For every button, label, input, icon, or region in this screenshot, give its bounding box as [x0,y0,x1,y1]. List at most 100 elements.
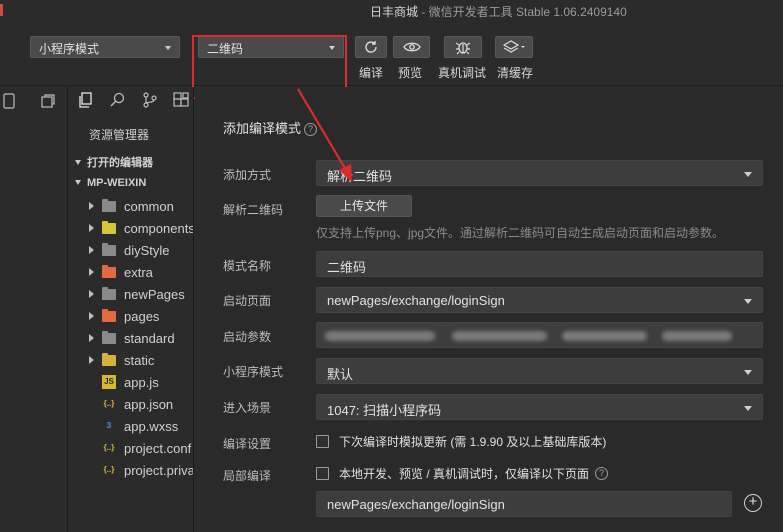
open-editors-section[interactable]: 打开的编辑器 [75,154,153,170]
partial-compile-label: 局部编译 [223,469,272,483]
project-section[interactable]: MP-WEIXIN [75,177,146,189]
mode-name-label: 模式名称 [223,259,272,273]
toolbar: 小程序模式 二维码 编译 预览 真机调试 清缓存 [0,22,783,99]
remote-debug-button[interactable] [444,36,482,58]
tree-item-label: diyStyle [124,242,170,258]
file-item[interactable]: JS app.js [89,372,159,392]
start-params-label: 启动参数 [223,330,272,344]
tree-item-label: standard [124,330,175,346]
chevron-right-icon [89,246,94,254]
folder-item[interactable]: newPages [89,284,185,304]
tree-item-label: newPages [124,286,185,302]
chevron-right-icon [89,290,94,298]
tree-item-label: app.wxss [124,418,179,434]
partial-page-select[interactable]: newPages/exchange/loginSign [316,491,732,517]
title-bar: 日丰商城 - 微信开发者工具 Stable 1.06.2409140 [0,0,783,22]
scene-select[interactable]: 1047: 扫描小程序码 [316,394,763,420]
file-item[interactable]: {..} app.json [89,394,174,414]
file-item[interactable]: 3 app.wxss [89,416,178,436]
layers-icon [503,40,525,53]
chevron-right-icon [89,268,94,276]
compile-settings-label: 编译设置 [223,437,272,451]
clear-cache-label: 清缓存 [497,66,534,80]
upload-file-button[interactable]: 上传文件 [316,195,412,217]
folder-item[interactable]: standard [89,328,175,348]
json-file-icon: {..} [103,443,115,452]
clear-cache-button[interactable] [495,36,533,58]
folder-item[interactable]: pages [89,306,159,326]
chevron-right-icon [89,312,94,320]
js-file-icon: JS [102,375,116,389]
mode-dropdown[interactable]: 小程序模式 [30,36,180,58]
help-icon[interactable]: ? [304,123,318,136]
parse-qr-label: 解析二维码 [223,203,284,217]
window-icon[interactable] [40,93,56,112]
tree-item-label: project.conf [124,440,192,456]
file-item[interactable]: {..} project.conf [89,438,192,458]
explorer-tabs [69,87,193,113]
folder-icon [102,198,116,212]
simulator-icon[interactable] [3,93,15,112]
start-page-select[interactable]: newPages/exchange/loginSign [316,287,763,313]
folder-icon [102,308,116,322]
help-icon[interactable]: ? [595,467,609,480]
files-icon[interactable] [77,92,93,111]
chevron-right-icon [89,334,94,342]
chevron-down-icon [744,370,752,375]
explorer-sidebar: 资源管理器 打开的编辑器 MP-WEIXIN common components d… [69,87,194,532]
tree-item-label: static [124,352,155,368]
extensions-icon[interactable] [173,92,189,111]
json-file-icon: {..} [103,465,115,474]
chevron-right-icon [89,356,94,364]
folder-icon [102,352,116,366]
partial-compile-checkbox[interactable]: 本地开发、预览 / 真机调试时，仅编译以下页面? [316,465,609,482]
add-compile-mode-panel: 添加编译模式? 添加方式 解析二维码 解析二维码 上传文件 仅支持上传png、j… [195,87,783,532]
preview-label: 预览 [398,66,423,80]
folder-item[interactable]: extra [89,262,153,282]
folder-icon [102,220,116,234]
activity-bar [0,87,68,532]
search-icon[interactable] [110,92,126,111]
start-params-input[interactable] [316,322,763,348]
add-method-select[interactable]: 解析二维码 [316,160,763,186]
chevron-down-icon [744,172,752,177]
tree-item-label: extra [124,264,153,280]
chevron-right-icon [89,224,94,232]
mode-name-input[interactable]: 二维码 [316,251,763,277]
simulate-update-checkbox[interactable]: 下次编译时模拟更新 (需 1.9.90 及以上基础库版本) [316,433,606,450]
window-edge-mark [0,4,3,16]
tree-item-label: app.js [124,374,159,390]
tree-item-label: pages [124,308,160,324]
source-control-icon[interactable] [142,92,158,111]
tree-item-label: project.priva [124,462,194,478]
folder-icon [102,264,116,278]
miniprogram-mode-select[interactable]: 默认 [316,358,763,384]
start-page-label: 启动页面 [223,294,272,308]
panel-title: 添加编译模式? [223,118,318,137]
mode-dropdown-value: 小程序模式 [39,42,100,56]
folder-item[interactable]: components [89,218,194,238]
compile-label: 编译 [359,66,384,80]
compile-button[interactable] [355,36,387,58]
css-file-icon: 3 [106,421,112,430]
upload-hint: 仅支持上传png、jpg文件。通过解析二维码可自动生成启动页面和启动参数。 [316,226,725,240]
folder-icon [102,242,116,256]
bug-icon [455,42,471,55]
folder-item[interactable]: static [89,350,154,370]
scene-label: 进入场景 [223,401,272,415]
add-page-icon[interactable]: + [744,494,762,512]
eye-icon [402,42,421,52]
folder-icon [102,286,116,300]
preview-button[interactable] [393,36,430,58]
folder-item[interactable]: common [89,196,174,216]
file-item[interactable]: {..} project.priva [89,460,194,480]
add-method-label: 添加方式 [223,168,272,182]
folder-item[interactable]: diyStyle [89,240,170,260]
folder-icon [102,330,116,344]
chevron-down-icon [744,299,752,304]
chevron-right-icon [89,202,94,210]
json-file-icon: {..} [103,399,115,408]
tree-item-label: components [124,220,194,236]
tree-item-label: common [124,198,174,214]
refresh-icon [365,41,377,53]
